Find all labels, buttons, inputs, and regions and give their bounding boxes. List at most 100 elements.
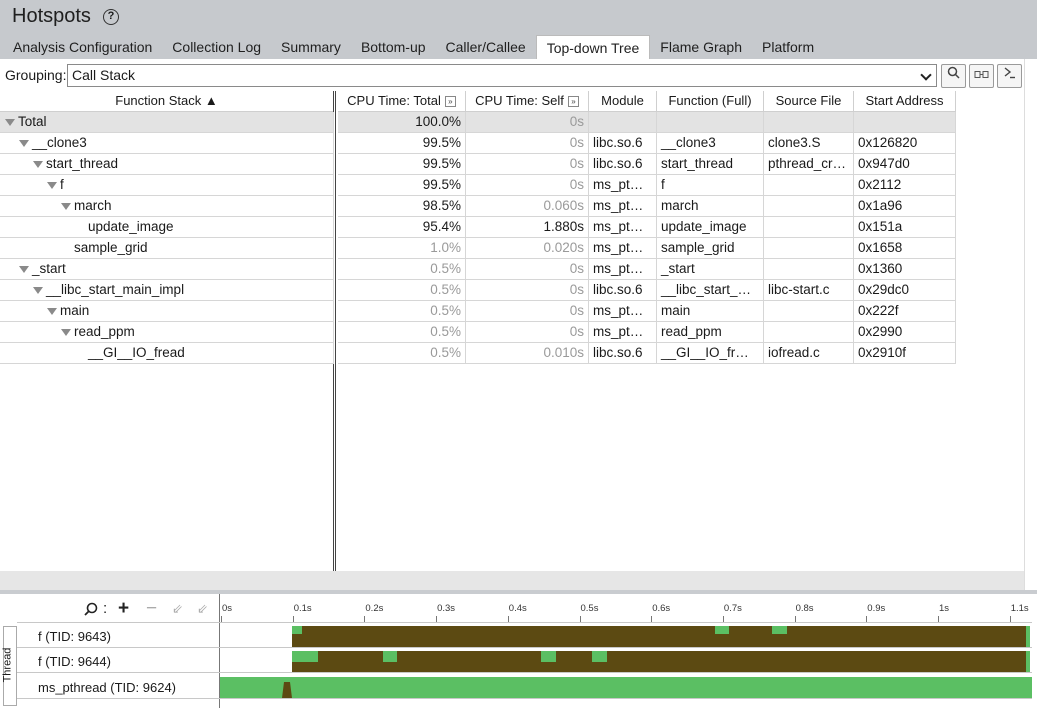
tab-caller-callee[interactable]: Caller/Callee (436, 35, 536, 59)
tab-analysis-configuration[interactable]: Analysis Configuration (3, 35, 162, 59)
command-button[interactable] (997, 64, 1022, 88)
function-stack-cell[interactable]: sample_grid (0, 238, 334, 259)
axis-tick-label: 1s (939, 603, 950, 614)
function-name: sample_grid (74, 240, 148, 255)
col-function-stack[interactable]: Function Stack ▲ (0, 91, 334, 112)
expand-column-icon[interactable]: » (567, 96, 579, 108)
search-button[interactable] (941, 64, 966, 88)
self-cell: 1.880s (466, 217, 589, 238)
addr-cell: 0x2910f (854, 343, 956, 364)
expand-toggle-icon[interactable] (61, 329, 71, 336)
thread-label[interactable]: f (TID: 9644) (38, 654, 111, 669)
function-stack-cell[interactable]: Total (0, 112, 334, 133)
expand-toggle-icon[interactable] (47, 182, 57, 189)
thread-track[interactable] (220, 624, 1032, 648)
src-cell: clone3.S (764, 133, 854, 154)
function-stack-cell[interactable]: __GI__IO_fread (0, 343, 334, 364)
func-cell: __GI__IO_fr… (657, 343, 764, 364)
col-module[interactable]: Module (589, 91, 657, 112)
function-stack-cell[interactable]: main (0, 301, 334, 322)
expand-toggle-icon[interactable] (33, 161, 43, 168)
total-cell: 0.5% (338, 343, 466, 364)
function-stack-cell[interactable]: update_image (0, 217, 334, 238)
thread-label[interactable]: f (TID: 9643) (38, 629, 111, 644)
axis-tick-label: 0.4s (508, 603, 527, 614)
axis-tick-label: 0.9s (867, 603, 886, 614)
expand-column-icon[interactable]: » (444, 96, 456, 108)
col-function-full[interactable]: Function (Full) (657, 91, 764, 112)
module-cell: ms_pt… (589, 259, 657, 280)
zoom-out-icon[interactable]: − (146, 598, 157, 620)
module-cell: ms_pt… (589, 238, 657, 259)
axis-tick-label: 0.3s (437, 603, 456, 614)
col-start-address[interactable]: Start Address (854, 91, 956, 112)
self-cell: 0s (466, 175, 589, 196)
src-cell (764, 196, 854, 217)
expand-toggle-icon[interactable] (19, 266, 29, 273)
func-cell: read_ppm (657, 322, 764, 343)
tab-collection-log[interactable]: Collection Log (162, 35, 271, 59)
addr-cell: 0x126820 (854, 133, 956, 154)
expand-toggle-icon[interactable] (5, 119, 15, 126)
module-cell: ms_pt… (589, 301, 657, 322)
function-name: march (74, 198, 112, 213)
timeline-pane: : + − ⇙ ⇙ 0s 0.1s 0.2s 0.3s 0.4s 0.5s 0.6s 0.7s… (0, 590, 1037, 708)
axis-tick-label: 0.1s (293, 603, 312, 614)
src-cell (764, 112, 854, 133)
stack-mode-button[interactable] (969, 64, 994, 88)
axis-tick-label: 0.2s (365, 603, 384, 614)
zoom-icon[interactable] (84, 602, 98, 620)
expand-toggle-icon[interactable] (33, 287, 43, 294)
self-cell: 0.010s (466, 343, 589, 364)
thread-label[interactable]: ms_pthread (TID: 9624) (38, 680, 176, 695)
function-stack-cell[interactable]: start_thread (0, 154, 334, 175)
tab-top-down-tree[interactable]: Top-down Tree (535, 35, 651, 59)
terminal-icon (1004, 67, 1015, 79)
function-stack-cell[interactable]: f (0, 175, 334, 196)
addr-cell: 0x29dc0 (854, 280, 956, 301)
expand-toggle-icon[interactable] (19, 140, 29, 147)
search-icon (947, 66, 960, 79)
src-cell: iofread.c (764, 343, 854, 364)
divider (17, 622, 1032, 623)
help-icon[interactable]: ? (103, 9, 119, 25)
tab-flame-graph[interactable]: Flame Graph (650, 35, 752, 59)
function-stack-cell[interactable]: __clone3 (0, 133, 334, 154)
expand-toggle-icon[interactable] (47, 308, 57, 315)
grouping-select[interactable]: Call Stack (67, 64, 937, 87)
func-cell: sample_grid (657, 238, 764, 259)
function-stack-cell[interactable]: read_ppm (0, 322, 334, 343)
reset-zoom-icon[interactable]: ⇙ (197, 601, 208, 617)
function-stack-cell[interactable]: march (0, 196, 334, 217)
chevron-down-icon (920, 69, 932, 81)
col-source-file[interactable]: Source File (764, 91, 854, 112)
addr-cell: 0x947d0 (854, 154, 956, 175)
module-cell: libc.so.6 (589, 154, 657, 175)
axis-tick-label: 0s (222, 603, 233, 614)
tab-bottom-up[interactable]: Bottom-up (351, 35, 436, 59)
total-cell: 0.5% (338, 259, 466, 280)
function-stack-cell[interactable]: _start (0, 259, 334, 280)
undo-zoom-icon[interactable]: ⇙ (172, 601, 183, 617)
self-cell: 0s (466, 301, 589, 322)
module-cell: libc.so.6 (589, 280, 657, 301)
axis-tick-label: 1.1s (1010, 603, 1029, 614)
thread-track[interactable] (220, 649, 1032, 673)
thread-track[interactable] (220, 675, 1032, 699)
zoom-menu-icon[interactable]: : (103, 600, 107, 617)
side-scrollbar[interactable] (1024, 59, 1037, 590)
col-cpu-self[interactable]: CPU Time: Self» (466, 91, 589, 112)
func-cell (657, 112, 764, 133)
function-name: __clone3 (32, 135, 87, 150)
expand-toggle-icon[interactable] (61, 203, 71, 210)
src-cell: libc-start.c (764, 280, 854, 301)
function-name: Total (18, 114, 47, 129)
tab-summary[interactable]: Summary (271, 35, 351, 59)
func-cell: main (657, 301, 764, 322)
tab-platform[interactable]: Platform (752, 35, 824, 59)
zoom-in-icon[interactable]: + (118, 598, 129, 620)
total-cell: 98.5% (338, 196, 466, 217)
function-stack-cell[interactable]: __libc_start_main_impl (0, 280, 334, 301)
col-cpu-total[interactable]: CPU Time: Total» (338, 91, 466, 112)
self-cell: 0s (466, 322, 589, 343)
